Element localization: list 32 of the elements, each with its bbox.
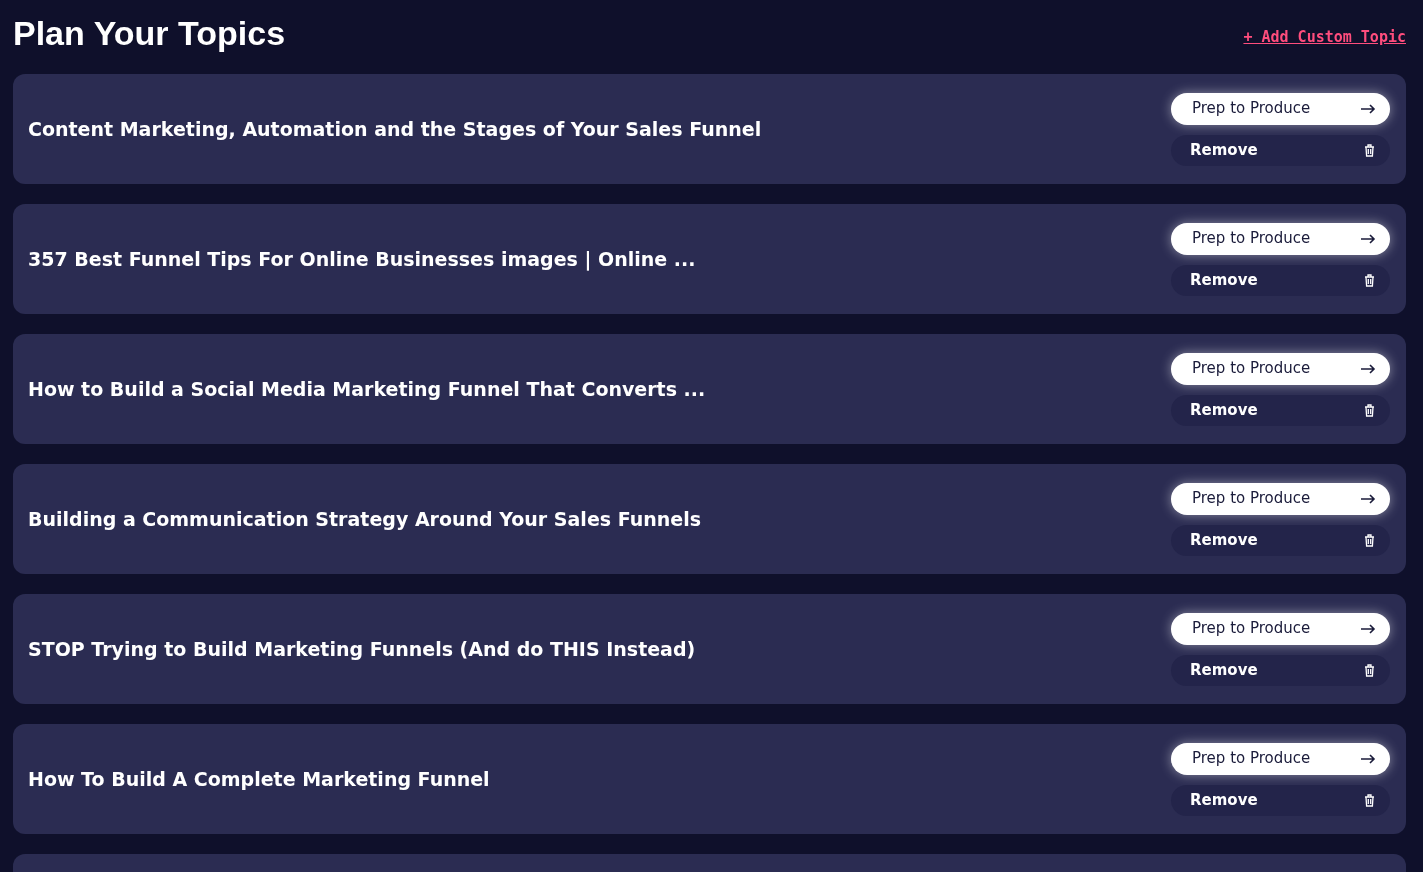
remove-button[interactable]: Remove <box>1171 524 1390 556</box>
prep-to-produce-button[interactable]: Prep to Produce <box>1171 742 1390 775</box>
remove-button[interactable]: Remove <box>1171 394 1390 426</box>
prep-to-produce-button[interactable]: Prep to Produce <box>1171 482 1390 515</box>
topic-title: 357 Best Funnel Tips For Online Businesses images | Online ... <box>28 246 696 273</box>
prep-to-produce-button[interactable]: Prep to Produce <box>1171 612 1390 645</box>
topic-title: How to Build a Social Media Marketing Funnel That Converts ... <box>28 376 706 402</box>
remove-button[interactable]: Remove <box>1171 784 1390 816</box>
prep-to-produce-button[interactable]: Prep to Produce <box>1171 352 1390 385</box>
add-custom-topic-link[interactable]: + Add Custom Topic <box>1243 25 1406 49</box>
trash-icon <box>1364 533 1375 547</box>
trash-icon <box>1364 403 1375 417</box>
topic-title: STOP Trying to Build Marketing Funnels (And do THIS Instead) <box>28 636 696 662</box>
topic-title: Content Marketing, Automation and the Stages of Your Sales Funnel <box>28 116 762 142</box>
remove-button[interactable]: Remove <box>1171 654 1390 686</box>
arrow-right-icon <box>1360 623 1376 634</box>
topic-title: How To Build A Complete Marketing Funnel <box>28 766 490 792</box>
trash-icon <box>1364 663 1375 677</box>
remove-button[interactable]: Remove <box>1171 264 1390 296</box>
arrow-right-icon <box>1360 233 1376 244</box>
arrow-right-icon <box>1360 753 1376 764</box>
arrow-right-icon <box>1360 493 1376 504</box>
trash-icon <box>1364 143 1375 157</box>
arrow-right-icon <box>1360 363 1376 374</box>
trash-icon <box>1364 273 1375 287</box>
page-title: Plan Your Topics <box>13 12 286 54</box>
prep-to-produce-button[interactable]: Prep to Produce <box>1171 92 1390 125</box>
prep-to-produce-button[interactable]: Prep to Produce <box>1171 222 1390 255</box>
topic-title: Building a Communication Strategy Around Your Sales Funnels <box>28 506 701 532</box>
remove-button[interactable]: Remove <box>1171 134 1390 166</box>
trash-icon <box>1364 793 1375 807</box>
arrow-right-icon <box>1360 103 1376 114</box>
